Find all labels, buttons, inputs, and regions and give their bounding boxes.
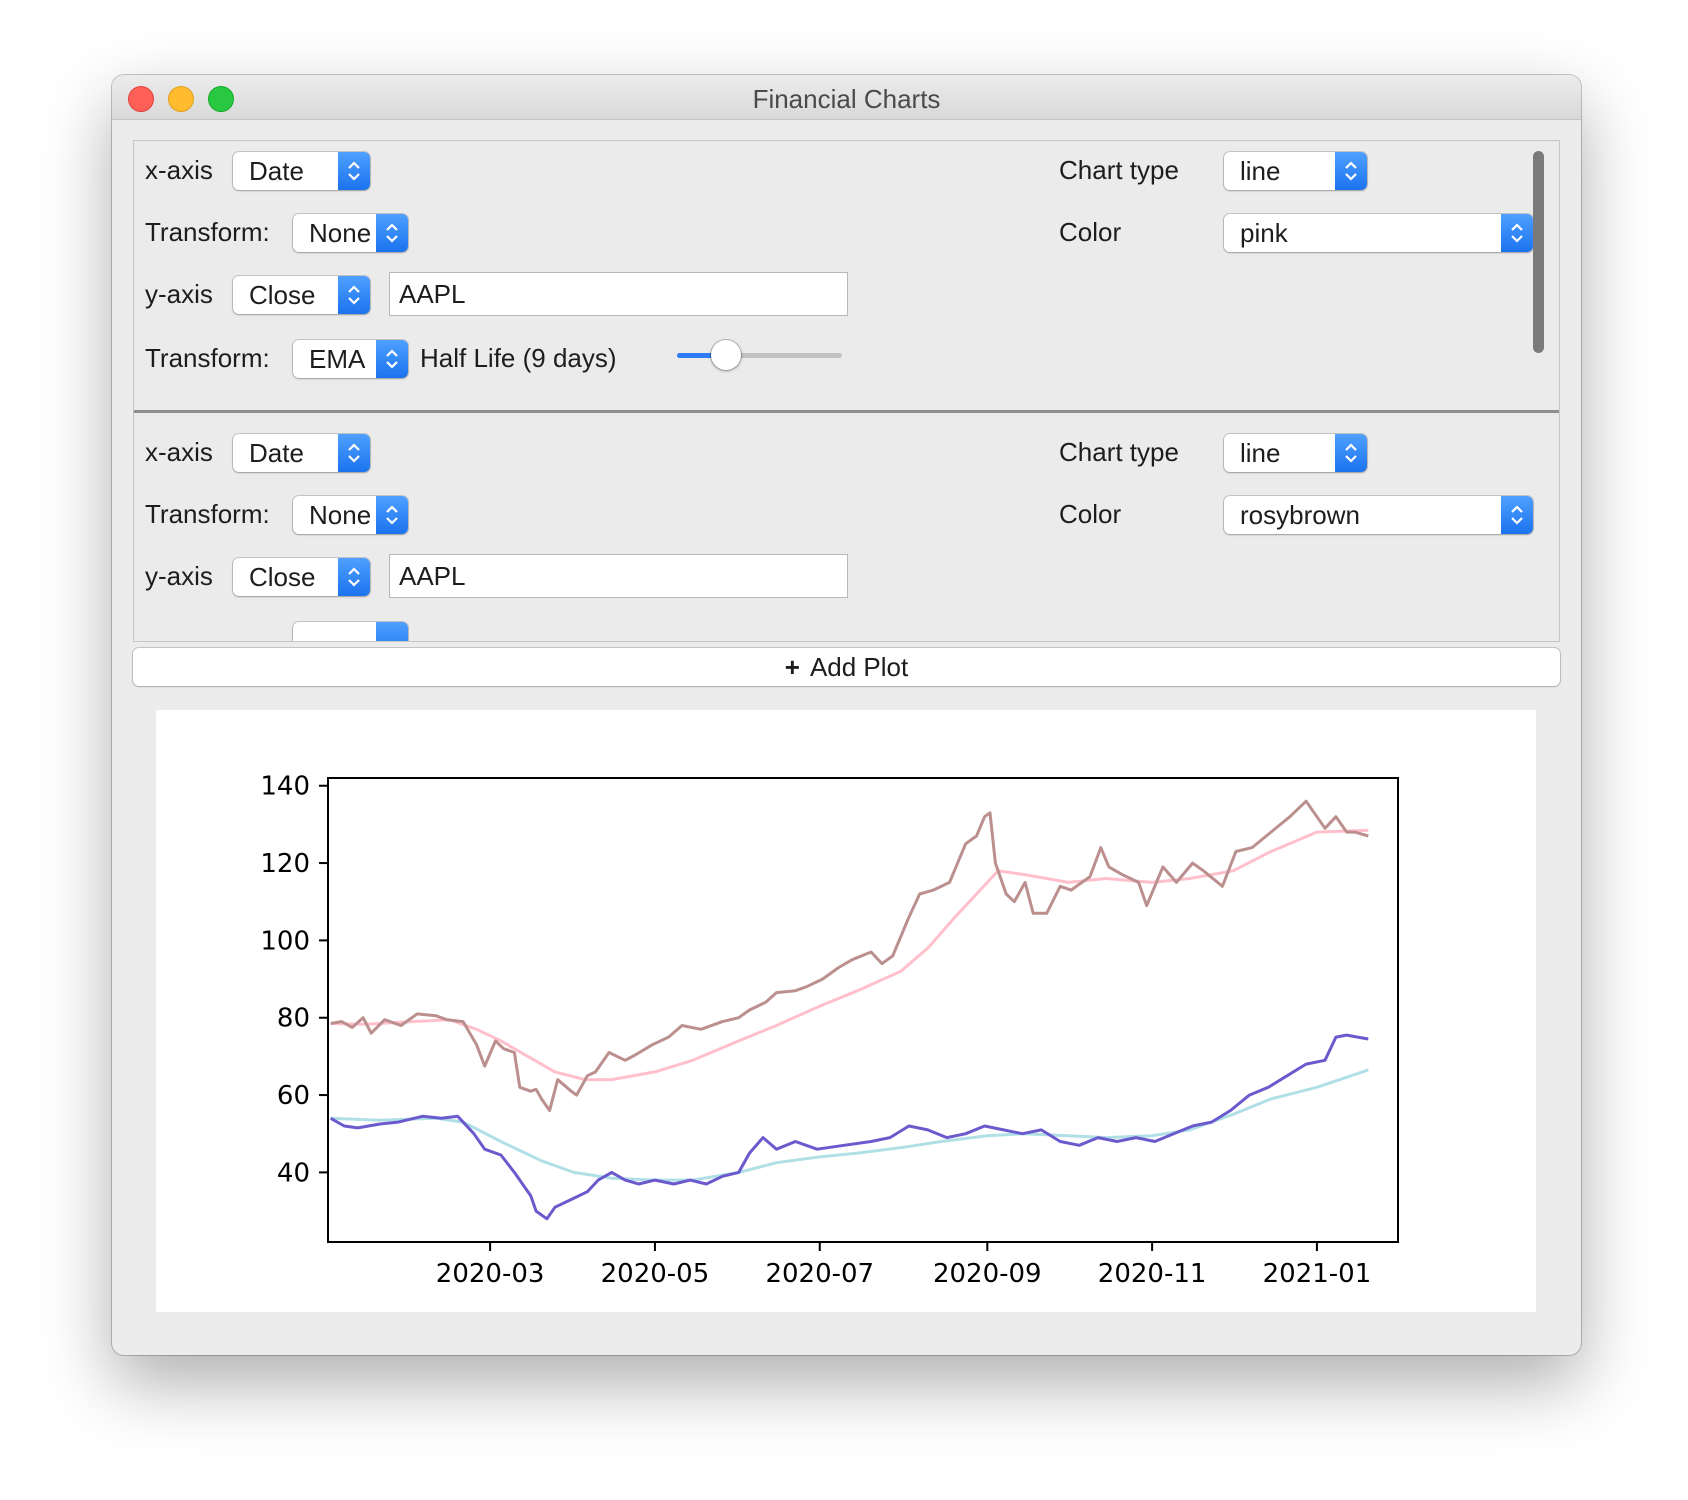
series-line-2 — [330, 799, 1369, 1112]
y-axis-value: Close — [249, 562, 316, 592]
x-transform-select[interactable]: None — [293, 214, 408, 252]
y-transform-select[interactable] — [293, 622, 408, 641]
plot-settings-1: x-axis Date Transform: None y-axis Close… — [134, 141, 1544, 411]
x-tick-label: 2020-09 — [933, 1259, 1042, 1289]
chart-type-value: line — [1240, 156, 1281, 186]
ticker-value: AAPL — [399, 561, 466, 591]
chevron-updown-icon — [338, 558, 370, 596]
chevron-updown-icon — [376, 340, 408, 378]
color-value: pink — [1240, 218, 1288, 248]
chart-area: 40 60 80 100 120 140 2020-03 2020-05 2020-07 2020… — [156, 710, 1536, 1312]
y-transform-value: EMA — [309, 344, 366, 374]
x-axis-label: x-axis — [145, 437, 213, 467]
plot-frame — [327, 777, 1399, 1243]
x-transform-label: Transform: — [145, 499, 270, 529]
chevron-updown-icon — [1501, 496, 1533, 534]
x-axis-select[interactable]: Date — [233, 152, 370, 190]
x-transform-select[interactable]: None — [293, 496, 408, 534]
y-axis-select[interactable]: Close — [233, 558, 370, 596]
chevron-updown-icon — [376, 496, 408, 534]
x-axis-select[interactable]: Date — [233, 434, 370, 472]
color-select[interactable]: rosybrown — [1224, 496, 1533, 534]
section-divider — [134, 410, 1559, 413]
x-tick-label: 2021-01 — [1263, 1259, 1372, 1289]
x-tick-label: 2020-07 — [765, 1259, 874, 1289]
x-transform-label: Transform: — [145, 217, 270, 247]
x-axis-label: x-axis — [145, 155, 213, 185]
add-plot-button[interactable]: + Add Plot — [133, 648, 1560, 686]
x-tick-label: 2020-11 — [1098, 1259, 1207, 1289]
y-tick-label: 40 — [277, 1158, 310, 1188]
y-axis-label: y-axis — [145, 279, 213, 309]
ticker-input[interactable]: AAPL — [389, 272, 848, 316]
color-label: Color — [1059, 499, 1122, 529]
series-line-1 — [330, 828, 1369, 1082]
slider-knob[interactable] — [711, 340, 742, 370]
y-tick-label: 60 — [277, 1081, 310, 1111]
add-plot-label: Add Plot — [809, 652, 909, 682]
chart-type-select[interactable]: line — [1224, 152, 1367, 190]
x-tick-label: 2020-03 — [436, 1259, 545, 1289]
y-axis-select[interactable]: Close — [233, 276, 370, 314]
y-tick-label: 140 — [260, 772, 310, 802]
chevron-updown-icon — [338, 434, 370, 472]
plot-settings-2: x-axis Date Transform: None y-axis Close… — [134, 423, 1544, 641]
chevron-updown-icon — [376, 214, 408, 252]
plot-settings-panel[interactable]: x-axis Date Transform: None y-axis Close… — [133, 140, 1560, 642]
color-value: rosybrown — [1240, 500, 1360, 530]
y-axis-value: Close — [249, 280, 316, 310]
chart-type-label: Chart type — [1059, 155, 1179, 185]
x-axis-value: Date — [249, 156, 304, 186]
chevron-updown-icon — [1501, 214, 1533, 252]
chart-type-label: Chart type — [1059, 437, 1179, 467]
financial-charts-window: Financial Charts x-axis Date Transform: … — [112, 75, 1581, 1355]
y-transform-label: Transform: — [145, 343, 270, 373]
chart-type-value: line — [1240, 438, 1281, 468]
y-transform-select[interactable]: EMA — [293, 340, 408, 378]
chevron-updown-icon — [1335, 152, 1367, 190]
x-tick-label: 2020-05 — [601, 1259, 710, 1289]
panel-scrollbar[interactable] — [1533, 151, 1544, 353]
half-life-label: Half Life (9 days) — [420, 343, 617, 373]
title-bar: Financial Charts — [112, 75, 1581, 120]
y-axis-label: y-axis — [145, 561, 213, 591]
slider-fill — [677, 353, 715, 358]
ticker-input[interactable]: AAPL — [389, 554, 848, 598]
x-transform-value: None — [309, 218, 372, 248]
series-line-3 — [330, 1068, 1369, 1182]
chevron-updown-icon — [1335, 434, 1367, 472]
y-tick-label: 120 — [260, 849, 310, 879]
chevron-updown-icon — [338, 276, 370, 314]
ticker-value: AAPL — [399, 279, 466, 309]
plus-icon: + — [784, 652, 800, 682]
chevron-updown-icon — [376, 622, 408, 641]
color-label: Color — [1059, 217, 1122, 247]
chart-type-select[interactable]: line — [1224, 434, 1367, 472]
window-title: Financial Charts — [752, 84, 941, 114]
half-life-slider[interactable] — [677, 340, 842, 370]
line-chart: 40 60 80 100 120 140 2020-03 2020-05 2020-07 2020… — [260, 772, 1399, 1289]
x-transform-value: None — [309, 500, 372, 530]
color-select[interactable]: pink — [1224, 214, 1533, 252]
y-tick-label: 80 — [277, 1004, 310, 1034]
chevron-updown-icon — [338, 152, 370, 190]
x-axis-value: Date — [249, 438, 304, 468]
y-tick-label: 100 — [260, 926, 310, 956]
